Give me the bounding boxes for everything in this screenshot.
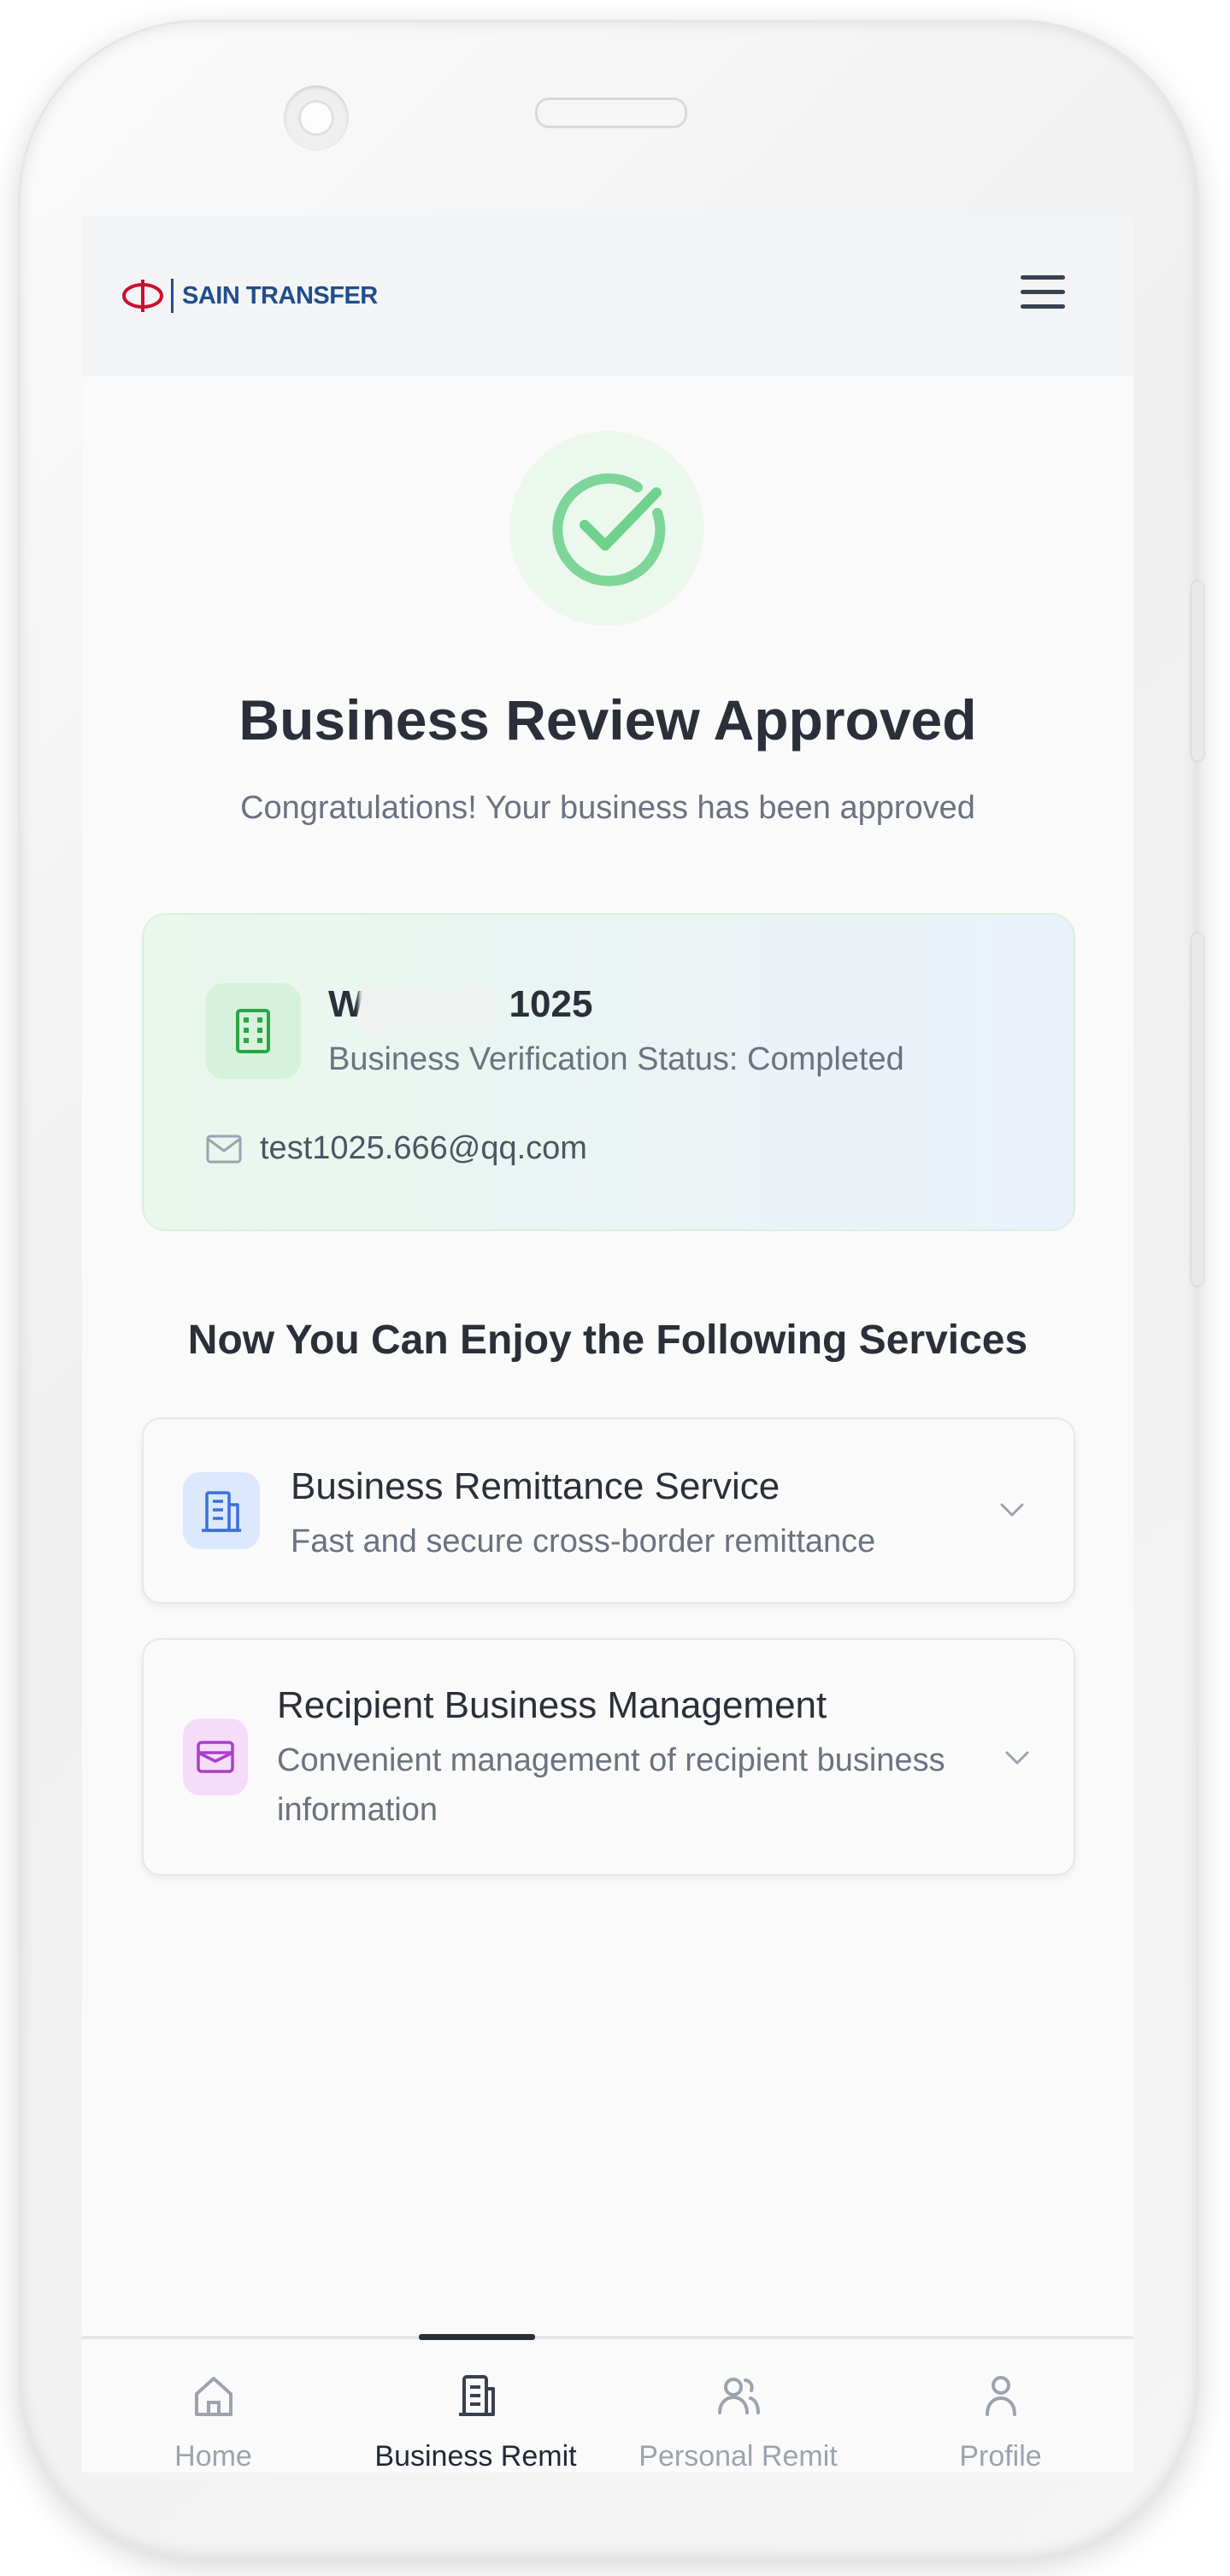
building-icon <box>202 1491 241 1532</box>
tab-business-remit[interactable]: Business Remit <box>344 2339 607 2473</box>
building-icon-badge <box>205 983 301 1079</box>
chevron-down-icon[interactable] <box>1003 1749 1031 1766</box>
side-button-upper <box>1192 581 1204 761</box>
services-heading: Now You Can Enjoy the Following Services <box>187 1317 1028 1363</box>
brand-name: SAIN TRANSFER <box>182 281 378 309</box>
app-header: SAIN TRANSFER <box>82 215 1133 376</box>
service-description-line2: information <box>277 1792 438 1828</box>
side-button-lower <box>1192 934 1204 1286</box>
earpiece-speaker <box>535 97 687 128</box>
page-subtitle: Congratulations! Your business has been … <box>240 790 975 826</box>
tab-personal-remit[interactable]: Personal Remit <box>607 2339 869 2473</box>
service-card-business-remittance[interactable]: Business Remittance Service Fast and sec… <box>142 1418 1075 1604</box>
users-icon <box>717 2378 760 2414</box>
business-card: W 1025 Business Verification Status: Comp… <box>142 913 1075 1231</box>
brand-logo[interactable]: SAIN TRANSFER <box>120 277 378 315</box>
hamburger-menu-icon[interactable] <box>1021 275 1065 316</box>
document-icon <box>458 2375 495 2416</box>
tab-label: Home <box>174 2440 252 2473</box>
business-email: test1025.666@qq.com <box>260 1130 587 1166</box>
service-title: Business Remittance Service <box>291 1465 780 1507</box>
tab-home[interactable]: Home <box>82 2339 344 2473</box>
tab-profile[interactable]: Profile <box>869 2339 1132 2473</box>
mail-icon <box>206 1135 242 1164</box>
service-icon-badge <box>183 1472 260 1549</box>
logo-divider <box>171 279 174 313</box>
chevron-down-icon[interactable] <box>998 1501 1026 1518</box>
wallet-icon <box>197 1741 234 1773</box>
service-description: Fast and secure cross-border remittance <box>291 1524 876 1559</box>
user-icon <box>985 2376 1016 2416</box>
page-title: Business Review Approved <box>238 688 977 752</box>
app-screen: SAIN TRANSFER Business Review Approved C… <box>82 215 1133 2473</box>
service-title: Recipient Business Management <box>277 1684 827 1726</box>
logo-mark-icon <box>122 280 163 312</box>
building-icon <box>236 1009 270 1053</box>
redacted-name-overlay <box>359 987 496 1035</box>
tab-label: Profile <box>959 2440 1042 2473</box>
success-badge <box>509 431 704 626</box>
bottom-tab-bar: Home Business Remit Personal Remit Profi… <box>82 2334 1133 2473</box>
tab-label: Personal Remit <box>639 2440 838 2473</box>
check-circle-icon <box>552 473 666 587</box>
service-description-line1: Convenient management of recipient busin… <box>277 1742 945 1778</box>
tab-label: Business Remit <box>374 2440 577 2473</box>
front-camera <box>284 85 349 150</box>
service-card-recipient-management[interactable]: Recipient Business Management Convenient… <box>142 1638 1075 1876</box>
verification-status: Business Verification Status: Completed <box>328 1041 904 1077</box>
service-icon-badge <box>183 1718 248 1795</box>
home-icon <box>194 2377 232 2416</box>
